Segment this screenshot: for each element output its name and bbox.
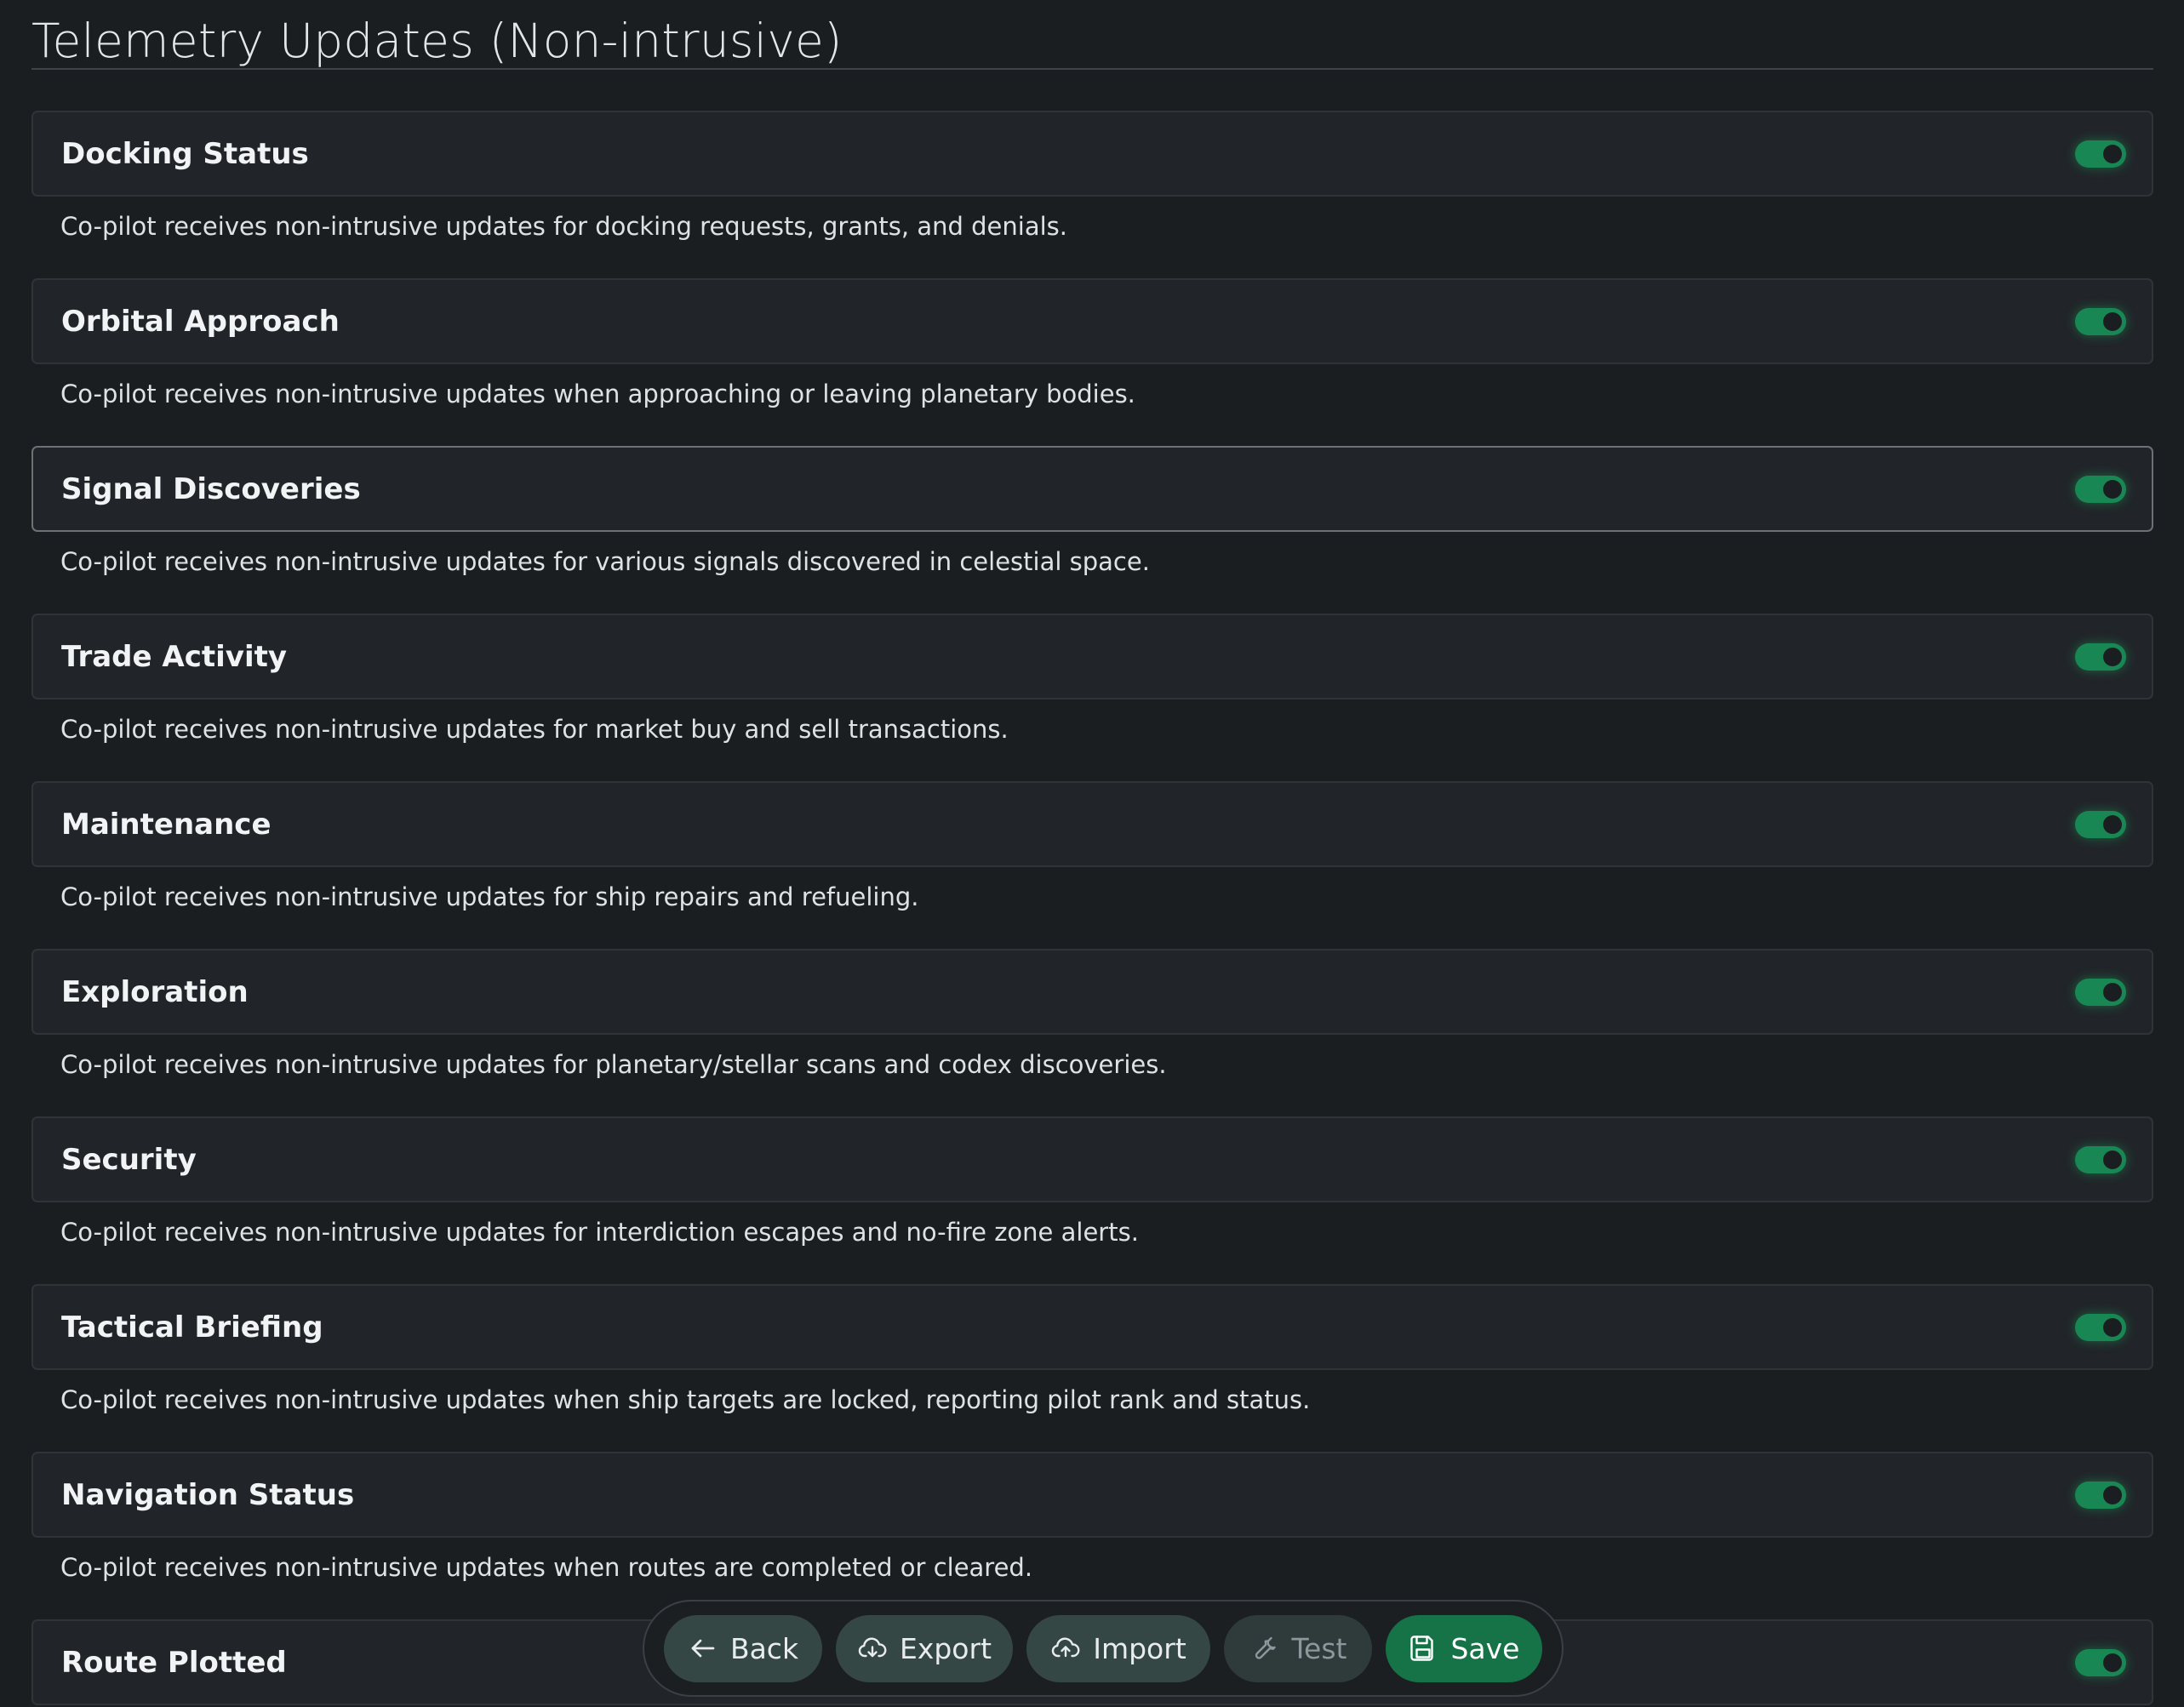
save-button-label: Save: [1450, 1631, 1520, 1665]
setting-docking-status: Docking Status Co-pilot receives non-int…: [31, 111, 2153, 278]
toggle-knob: [2103, 1485, 2122, 1504]
floppy-disk-icon: [1410, 1636, 1434, 1661]
trade-activity-toggle[interactable]: [2075, 642, 2126, 671]
setting-trade-activity: Trade Activity Co-pilot receives non-int…: [31, 614, 2153, 781]
test-button-label: Test: [1291, 1631, 1347, 1665]
setting-description: Co-pilot receives non-intrusive updates …: [60, 1050, 1167, 1079]
setting-label: Trade Activity: [61, 639, 288, 674]
setting-description: Co-pilot receives non-intrusive updates …: [60, 715, 1009, 744]
setting-label: Maintenance: [61, 807, 272, 842]
toggle-knob: [2103, 647, 2122, 666]
security-toggle[interactable]: [2075, 1145, 2126, 1173]
setting-description: Co-pilot receives non-intrusive updates …: [60, 1385, 1311, 1414]
setting-security: Security Co-pilot receives non-intrusive…: [31, 1116, 2153, 1284]
page-title: Telemetry Updates (Non-intrusive): [31, 0, 2153, 70]
setting-description: Co-pilot receives non-intrusive updates …: [60, 380, 1135, 408]
toggle-knob: [2103, 1317, 2122, 1337]
toggle-knob: [2103, 1150, 2122, 1169]
wrench-icon: [1255, 1636, 1276, 1659]
exploration-toggle[interactable]: [2075, 978, 2126, 1006]
setting-card[interactable]: Trade Activity: [31, 614, 2153, 699]
setting-description: Co-pilot receives non-intrusive updates …: [60, 547, 1150, 576]
setting-card[interactable]: Tactical Briefing: [31, 1284, 2153, 1370]
setting-card[interactable]: Navigation Status: [31, 1452, 2153, 1538]
export-button-label: Export: [899, 1631, 992, 1665]
toggle-knob: [2103, 479, 2122, 499]
test-button[interactable]: Test: [1224, 1614, 1372, 1682]
setting-label: Signal Discoveries: [61, 471, 361, 506]
setting-label: Route Plotted: [61, 1645, 287, 1680]
arrow-left-icon: [691, 1639, 715, 1658]
settings-list: Docking Status Co-pilot receives non-int…: [31, 111, 2153, 1707]
signal-discoveries-toggle[interactable]: [2075, 475, 2126, 503]
setting-navigation-status: Navigation Status Co-pilot receives non-…: [31, 1452, 2153, 1619]
action-bar: Back Export Import Test Save: [643, 1600, 1564, 1697]
orbital-approach-toggle[interactable]: [2075, 307, 2126, 335]
setting-exploration: Exploration Co-pilot receives non-intrus…: [31, 949, 2153, 1116]
toggle-knob: [2103, 814, 2122, 834]
telemetry-settings-page: Telemetry Updates (Non-intrusive) Dockin…: [0, 0, 2184, 1707]
toggle-knob: [2103, 982, 2122, 1002]
setting-label: Navigation Status: [61, 1477, 355, 1512]
setting-maintenance: Maintenance Co-pilot receives non-intrus…: [31, 781, 2153, 949]
cloud-upload-icon: [1052, 1637, 1080, 1658]
cloud-download-icon: [858, 1637, 887, 1658]
setting-tactical-briefing: Tactical Briefing Co-pilot receives non-…: [31, 1284, 2153, 1452]
setting-description: Co-pilot receives non-intrusive updates …: [60, 882, 919, 911]
route-plotted-toggle[interactable]: [2075, 1648, 2126, 1676]
setting-orbital-approach: Orbital Approach Co-pilot receives non-i…: [31, 278, 2153, 446]
setting-card[interactable]: Signal Discoveries: [31, 446, 2153, 532]
setting-card[interactable]: Orbital Approach: [31, 278, 2153, 364]
setting-label: Orbital Approach: [61, 304, 340, 339]
setting-card[interactable]: Maintenance: [31, 781, 2153, 867]
import-button[interactable]: Import: [1026, 1614, 1210, 1682]
import-button-label: Import: [1093, 1631, 1186, 1665]
setting-label: Security: [61, 1142, 197, 1177]
navigation-status-toggle[interactable]: [2075, 1481, 2126, 1509]
setting-description: Co-pilot receives non-intrusive updates …: [60, 1553, 1033, 1582]
back-button[interactable]: Back: [664, 1614, 822, 1682]
toggle-knob: [2103, 144, 2122, 163]
setting-signal-discoveries: Signal Discoveries Co-pilot receives non…: [31, 446, 2153, 614]
setting-description: Co-pilot receives non-intrusive updates …: [60, 212, 1067, 241]
save-button[interactable]: Save: [1386, 1614, 1542, 1682]
toggle-knob: [2103, 311, 2122, 331]
setting-label: Exploration: [61, 974, 249, 1009]
maintenance-toggle[interactable]: [2075, 810, 2126, 838]
back-button-label: Back: [729, 1631, 799, 1665]
setting-card[interactable]: Docking Status: [31, 111, 2153, 197]
setting-label: Tactical Briefing: [61, 1310, 323, 1344]
toggle-knob: [2103, 1653, 2122, 1672]
setting-card[interactable]: Security: [31, 1116, 2153, 1202]
setting-description: Co-pilot receives non-intrusive updates …: [60, 1218, 1139, 1247]
setting-label: Docking Status: [61, 136, 309, 171]
docking-status-toggle[interactable]: [2075, 140, 2126, 168]
export-button[interactable]: Export: [836, 1614, 1013, 1682]
setting-card[interactable]: Exploration: [31, 949, 2153, 1035]
tactical-briefing-toggle[interactable]: [2075, 1313, 2126, 1341]
